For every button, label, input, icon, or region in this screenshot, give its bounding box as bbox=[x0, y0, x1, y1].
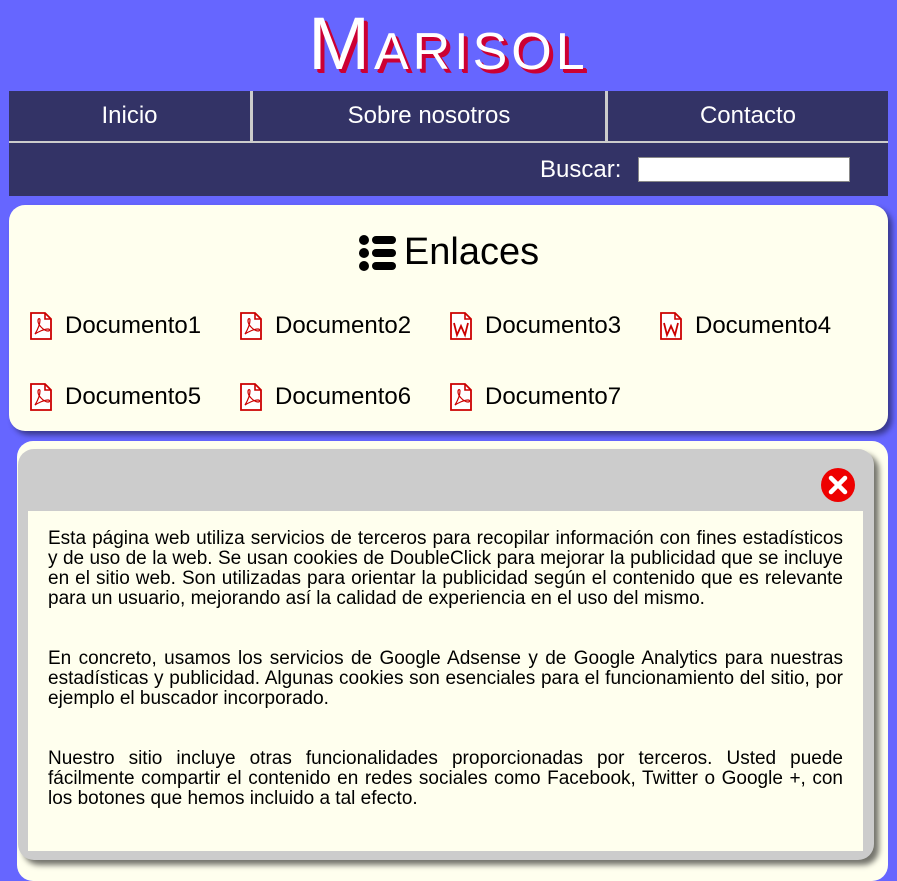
cookie-paragraph: Nuestro sitio incluye otras funcionalida… bbox=[48, 748, 843, 809]
nav-item-contacto[interactable]: Contacto bbox=[605, 91, 888, 141]
document-link-5[interactable]: Documento5 bbox=[29, 383, 201, 411]
word-file-icon bbox=[659, 312, 683, 340]
pdf-file-icon bbox=[239, 383, 263, 411]
document-link-6[interactable]: Documento6 bbox=[239, 383, 411, 411]
nav-item-sobre-nosotros[interactable]: Sobre nosotros bbox=[250, 91, 605, 141]
search-input[interactable] bbox=[638, 157, 850, 182]
document-link-2[interactable]: Documento2 bbox=[239, 312, 411, 340]
pdf-file-icon bbox=[449, 383, 473, 411]
cookie-modal: Esta página web utiliza servicios de ter… bbox=[18, 449, 874, 860]
document-label: Documento4 bbox=[695, 312, 832, 339]
document-link-7[interactable]: Documento7 bbox=[449, 383, 621, 411]
document-link-4[interactable]: Documento4 bbox=[659, 312, 831, 340]
document-label: Documento6 bbox=[275, 383, 412, 410]
links-heading: Enlaces bbox=[9, 231, 888, 274]
list-icon bbox=[358, 234, 396, 272]
search-bar: Buscar: bbox=[9, 141, 888, 196]
document-link-3[interactable]: Documento3 bbox=[449, 312, 621, 340]
document-label: Documento1 bbox=[65, 312, 202, 339]
pdf-file-icon bbox=[29, 383, 53, 411]
cookie-paragraph: En concreto, usamos los servicios de Goo… bbox=[48, 648, 843, 709]
links-card: Enlaces Documento1 Documento2 Documento3… bbox=[9, 205, 888, 431]
pdf-file-icon bbox=[29, 312, 53, 340]
main-nav: Inicio Sobre nosotros Contacto bbox=[9, 91, 888, 141]
close-icon[interactable] bbox=[820, 467, 856, 503]
search-label: Buscar: bbox=[540, 156, 622, 183]
document-label: Documento7 bbox=[485, 383, 622, 410]
document-label: Documento5 bbox=[65, 383, 202, 410]
word-file-icon bbox=[449, 312, 473, 340]
nav-item-inicio[interactable]: Inicio bbox=[9, 91, 250, 141]
pdf-file-icon bbox=[239, 312, 263, 340]
cookie-modal-body: Esta página web utiliza servicios de ter… bbox=[28, 511, 863, 851]
document-label: Documento2 bbox=[275, 312, 412, 339]
document-link-1[interactable]: Documento1 bbox=[29, 312, 201, 340]
site-title: Marisol bbox=[308, 2, 589, 85]
cookie-paragraph: Esta página web utiliza servicios de ter… bbox=[48, 528, 843, 609]
document-label: Documento3 bbox=[485, 312, 622, 339]
links-heading-text: Enlaces bbox=[403, 231, 540, 273]
